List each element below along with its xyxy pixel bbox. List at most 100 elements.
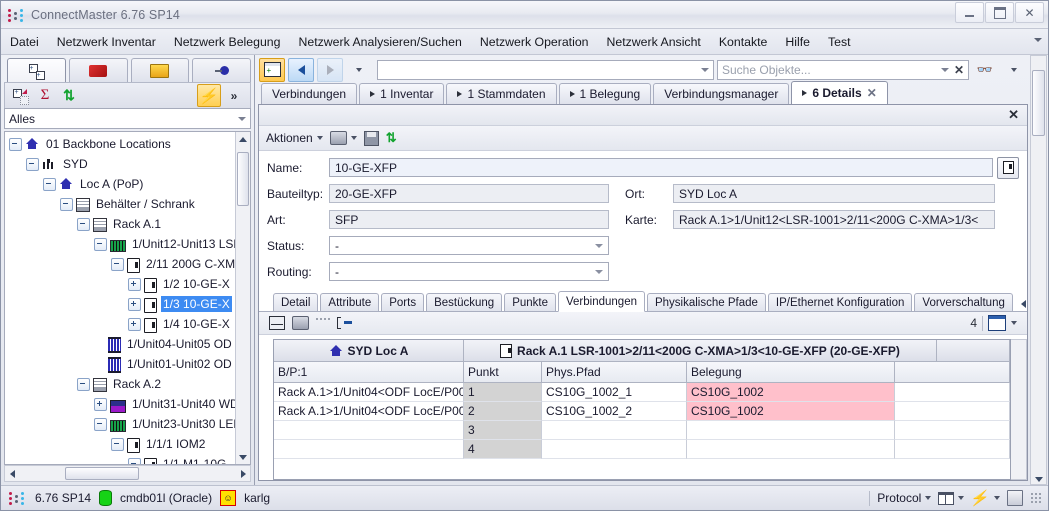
tree-node[interactable]: 1/1/1 IOM2 bbox=[5, 434, 236, 454]
inner-tab[interactable]: Verbindungen bbox=[558, 291, 645, 312]
grid-view-icon[interactable] bbox=[988, 315, 1006, 331]
expand-icon[interactable] bbox=[128, 297, 141, 311]
column-header-belegung[interactable]: Belegung bbox=[687, 362, 895, 382]
dotted-link-icon[interactable] bbox=[316, 318, 330, 328]
refresh-icon[interactable]: ⇅ bbox=[58, 85, 80, 106]
column-header-physpfad[interactable]: Phys.Pfad bbox=[542, 362, 687, 382]
document-close-button[interactable]: ✕ bbox=[1008, 107, 1019, 123]
nav-tab-folder[interactable] bbox=[130, 58, 190, 82]
table-row[interactable]: 4 bbox=[274, 440, 1010, 459]
document-tab[interactable]: Verbindungsmanager bbox=[653, 83, 790, 104]
table-row[interactable]: Rack A.1>1/Unit04<ODF LocE/P008 1 CS10G_10… bbox=[274, 383, 1010, 402]
table-cell[interactable] bbox=[274, 421, 464, 440]
binoculars-dropdown-button[interactable] bbox=[1001, 58, 1027, 82]
tree-node[interactable]: 1/Unit12-Unit13 LSR bbox=[5, 234, 236, 254]
search-input[interactable]: Suche Objekte... ✕ bbox=[717, 59, 969, 80]
object-tree[interactable]: 01 Backbone Locations SYD Loc A (PoP) Behäl… bbox=[5, 132, 236, 464]
document-tab[interactable]: Verbindungen bbox=[261, 83, 358, 104]
protocol-menu[interactable]: Protocol bbox=[877, 491, 932, 505]
actions-menu[interactable]: Aktionen bbox=[266, 131, 323, 145]
menu-netzwerk-operation[interactable]: Netzwerk Operation bbox=[471, 32, 598, 52]
menu-kontakte[interactable]: Kontakte bbox=[710, 32, 777, 52]
table-cell[interactable] bbox=[895, 383, 1010, 402]
scroll-left-arrow[interactable] bbox=[5, 466, 19, 481]
inner-tab[interactable]: Punkte bbox=[504, 293, 556, 311]
triangle-left-icon[interactable] bbox=[1020, 300, 1026, 308]
sigma-icon[interactable]: Σ bbox=[34, 85, 56, 106]
document-tab[interactable]: 1 Belegung bbox=[558, 83, 652, 104]
table-cell[interactable]: CS10G_1002_2 bbox=[542, 402, 687, 421]
menu-datei[interactable]: Datei bbox=[1, 32, 48, 52]
collapse-icon[interactable] bbox=[128, 457, 141, 464]
inner-tab[interactable]: Vorverschaltung bbox=[914, 293, 1013, 311]
table-cell[interactable]: 2 bbox=[464, 402, 542, 421]
nav-tab-plug[interactable] bbox=[192, 58, 251, 82]
table-cell[interactable] bbox=[895, 421, 1010, 440]
menu-test[interactable]: Test bbox=[819, 32, 860, 52]
table-row[interactable]: Rack A.1>1/Unit04<ODF LocE/P009 2 CS10G_10… bbox=[274, 402, 1010, 421]
tree-node[interactable]: 1/Unit31-Unit40 WD bbox=[5, 394, 236, 414]
history-dropdown-button[interactable] bbox=[346, 58, 372, 82]
expand-icon[interactable] bbox=[94, 397, 107, 411]
tree-filter-combo[interactable]: Alles bbox=[4, 108, 251, 129]
collapse-icon[interactable] bbox=[26, 157, 39, 171]
document-tab[interactable]: 1 Inventar bbox=[359, 83, 445, 104]
save-disk-icon[interactable] bbox=[363, 130, 379, 146]
tree-node[interactable]: Loc A (PoP) bbox=[5, 174, 236, 194]
chevron-down-icon[interactable] bbox=[940, 67, 949, 72]
column-header-punkt[interactable]: Punkt bbox=[464, 362, 542, 382]
refresh-icon[interactable]: ⇅ bbox=[386, 130, 397, 146]
status-select[interactable]: - bbox=[329, 236, 609, 255]
expand-icon[interactable] bbox=[128, 277, 141, 291]
address-combo[interactable] bbox=[377, 59, 714, 80]
scrollbar-thumb[interactable] bbox=[237, 152, 249, 206]
collapse-icon[interactable] bbox=[43, 177, 56, 191]
scrollbar-thumb[interactable] bbox=[65, 467, 139, 480]
tree-node[interactable]: SYD bbox=[5, 154, 236, 174]
expand-icon[interactable] bbox=[128, 317, 141, 331]
table-cell[interactable]: CS10G_1002 bbox=[687, 402, 895, 421]
tree-node[interactable]: Rack A.1 bbox=[5, 214, 236, 234]
menu-netzwerk-inventar[interactable]: Netzwerk Inventar bbox=[48, 32, 165, 52]
jump-to-icon[interactable] bbox=[337, 317, 352, 329]
table-cell[interactable] bbox=[274, 440, 464, 459]
tree-node[interactable]: Rack A.2 bbox=[5, 374, 236, 394]
inner-tab[interactable]: Ports bbox=[381, 293, 425, 311]
table-cell[interactable]: CS10G_1002_1 bbox=[542, 383, 687, 402]
printer-icon[interactable] bbox=[329, 131, 357, 145]
new-window-icon[interactable]: + bbox=[259, 57, 285, 82]
routing-select[interactable]: - bbox=[329, 262, 609, 281]
nav-tab-tree[interactable]: + + bbox=[7, 58, 66, 82]
window-layout-icon[interactable] bbox=[938, 491, 965, 505]
scroll-down-arrow[interactable] bbox=[1031, 477, 1046, 482]
document-tab[interactable]: 6 Details ✕ bbox=[791, 81, 888, 104]
maximize-button[interactable] bbox=[985, 2, 1014, 23]
table-vertical-scrollbar[interactable] bbox=[1011, 339, 1027, 480]
tree-node[interactable]: Behälter / Schrank bbox=[5, 194, 236, 214]
column-header-bp[interactable]: B/P:1 bbox=[274, 362, 464, 382]
collapse-icon[interactable] bbox=[111, 257, 124, 271]
forward-arrow-icon[interactable] bbox=[317, 57, 343, 82]
table-cell[interactable]: 1 bbox=[464, 383, 542, 402]
inner-tab[interactable]: IP/Ethernet Konfiguration bbox=[767, 293, 913, 311]
inner-tab[interactable]: Attribute bbox=[320, 293, 380, 311]
table-cell[interactable]: CS10G_1002 bbox=[687, 383, 895, 402]
port-picker-icon[interactable] bbox=[997, 156, 1019, 179]
close-button[interactable]: ✕ bbox=[1015, 2, 1044, 23]
table-cell[interactable] bbox=[542, 440, 687, 459]
collapse-icon[interactable] bbox=[77, 377, 90, 391]
chevron-down-icon[interactable] bbox=[701, 67, 709, 72]
collapse-icon[interactable] bbox=[111, 437, 124, 451]
table-cell[interactable] bbox=[895, 440, 1010, 459]
table-cell[interactable]: 4 bbox=[464, 440, 542, 459]
printer-icon[interactable] bbox=[292, 316, 309, 330]
document-tab[interactable]: 1 Stammdaten bbox=[446, 83, 557, 104]
collapse-icon[interactable] bbox=[9, 137, 22, 151]
scroll-up-arrow[interactable] bbox=[236, 132, 250, 146]
inner-tab[interactable]: Bestückung bbox=[426, 293, 503, 311]
menu-netzwerk-belegung[interactable]: Netzwerk Belegung bbox=[165, 32, 290, 52]
back-arrow-icon[interactable] bbox=[288, 57, 314, 82]
chevron-down-icon[interactable] bbox=[595, 243, 603, 248]
tree-node[interactable]: 1/Unit01-Unit02 OD bbox=[5, 354, 236, 374]
table-cell[interactable]: Rack A.1>1/Unit04<ODF LocE/P008 bbox=[274, 383, 464, 402]
